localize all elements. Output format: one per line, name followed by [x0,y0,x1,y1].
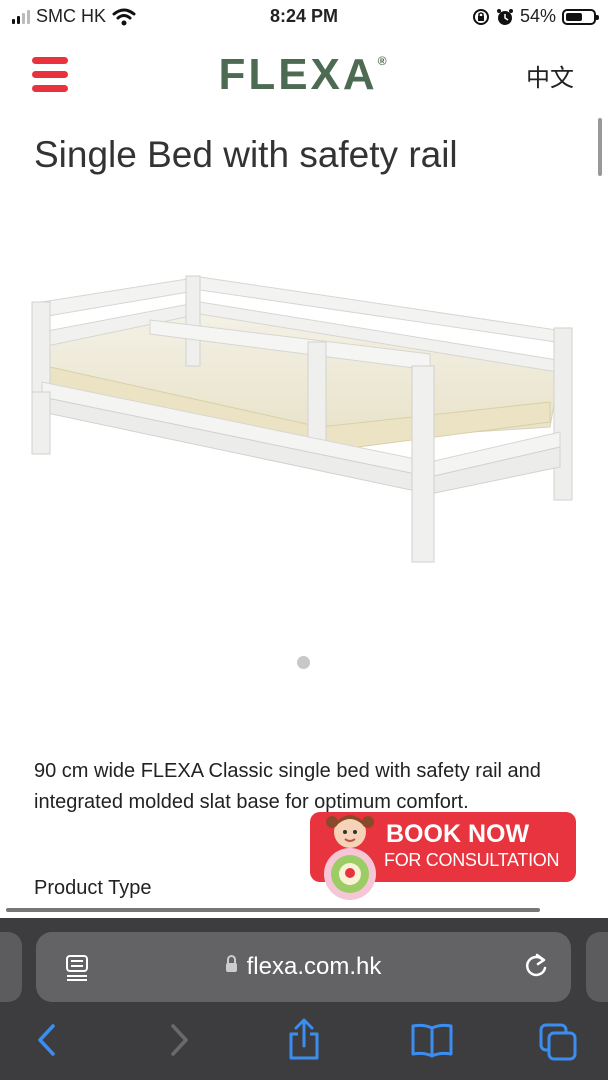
battery-icon [562,8,599,25]
status-right: 54% [472,6,599,27]
consultation-label: FOR CONSULTATION [384,850,560,870]
tabs-icon[interactable] [538,1022,578,1062]
browser-toolbar: flexa.com.hk [0,918,608,1080]
page-title: Single Bed with safety rail [34,134,458,175]
rotation-lock-icon [472,8,489,25]
next-tab-preview[interactable] [586,932,608,1002]
product-type-label: Product Type [34,877,152,899]
language-switch[interactable]: 中文 [526,58,574,93]
url-text: flexa.com.hk [246,953,382,980]
battery-percent: 54% [519,6,556,26]
book-now-label: BOOK NOW [386,820,530,848]
product-description: 90 cm wide FLEXA Classic single bed with… [34,760,541,813]
share-icon[interactable] [286,1018,322,1062]
site-header: FLEXA® 中文 [0,40,608,110]
lock-icon [225,955,237,972]
product-image[interactable] [20,262,588,572]
address-bar[interactable]: flexa.com.hk [36,932,571,1002]
child-mascot-icon [324,815,376,900]
back-icon[interactable] [36,1022,58,1058]
flexa-logo[interactable]: FLEXA® [0,50,608,100]
status-bar: SMC HK 8:24 PM 54% [0,0,608,34]
alarm-icon [496,8,513,25]
bookmarks-icon[interactable] [410,1022,454,1058]
reload-icon[interactable] [523,952,549,980]
url-display[interactable]: flexa.com.hk [36,953,571,981]
forward-icon[interactable] [168,1022,190,1058]
previous-tab-preview[interactable] [0,932,22,1002]
carousel-dot[interactable] [297,656,310,669]
page-scrollbar[interactable] [598,118,602,176]
horizontal-scrollbar[interactable] [6,908,540,912]
